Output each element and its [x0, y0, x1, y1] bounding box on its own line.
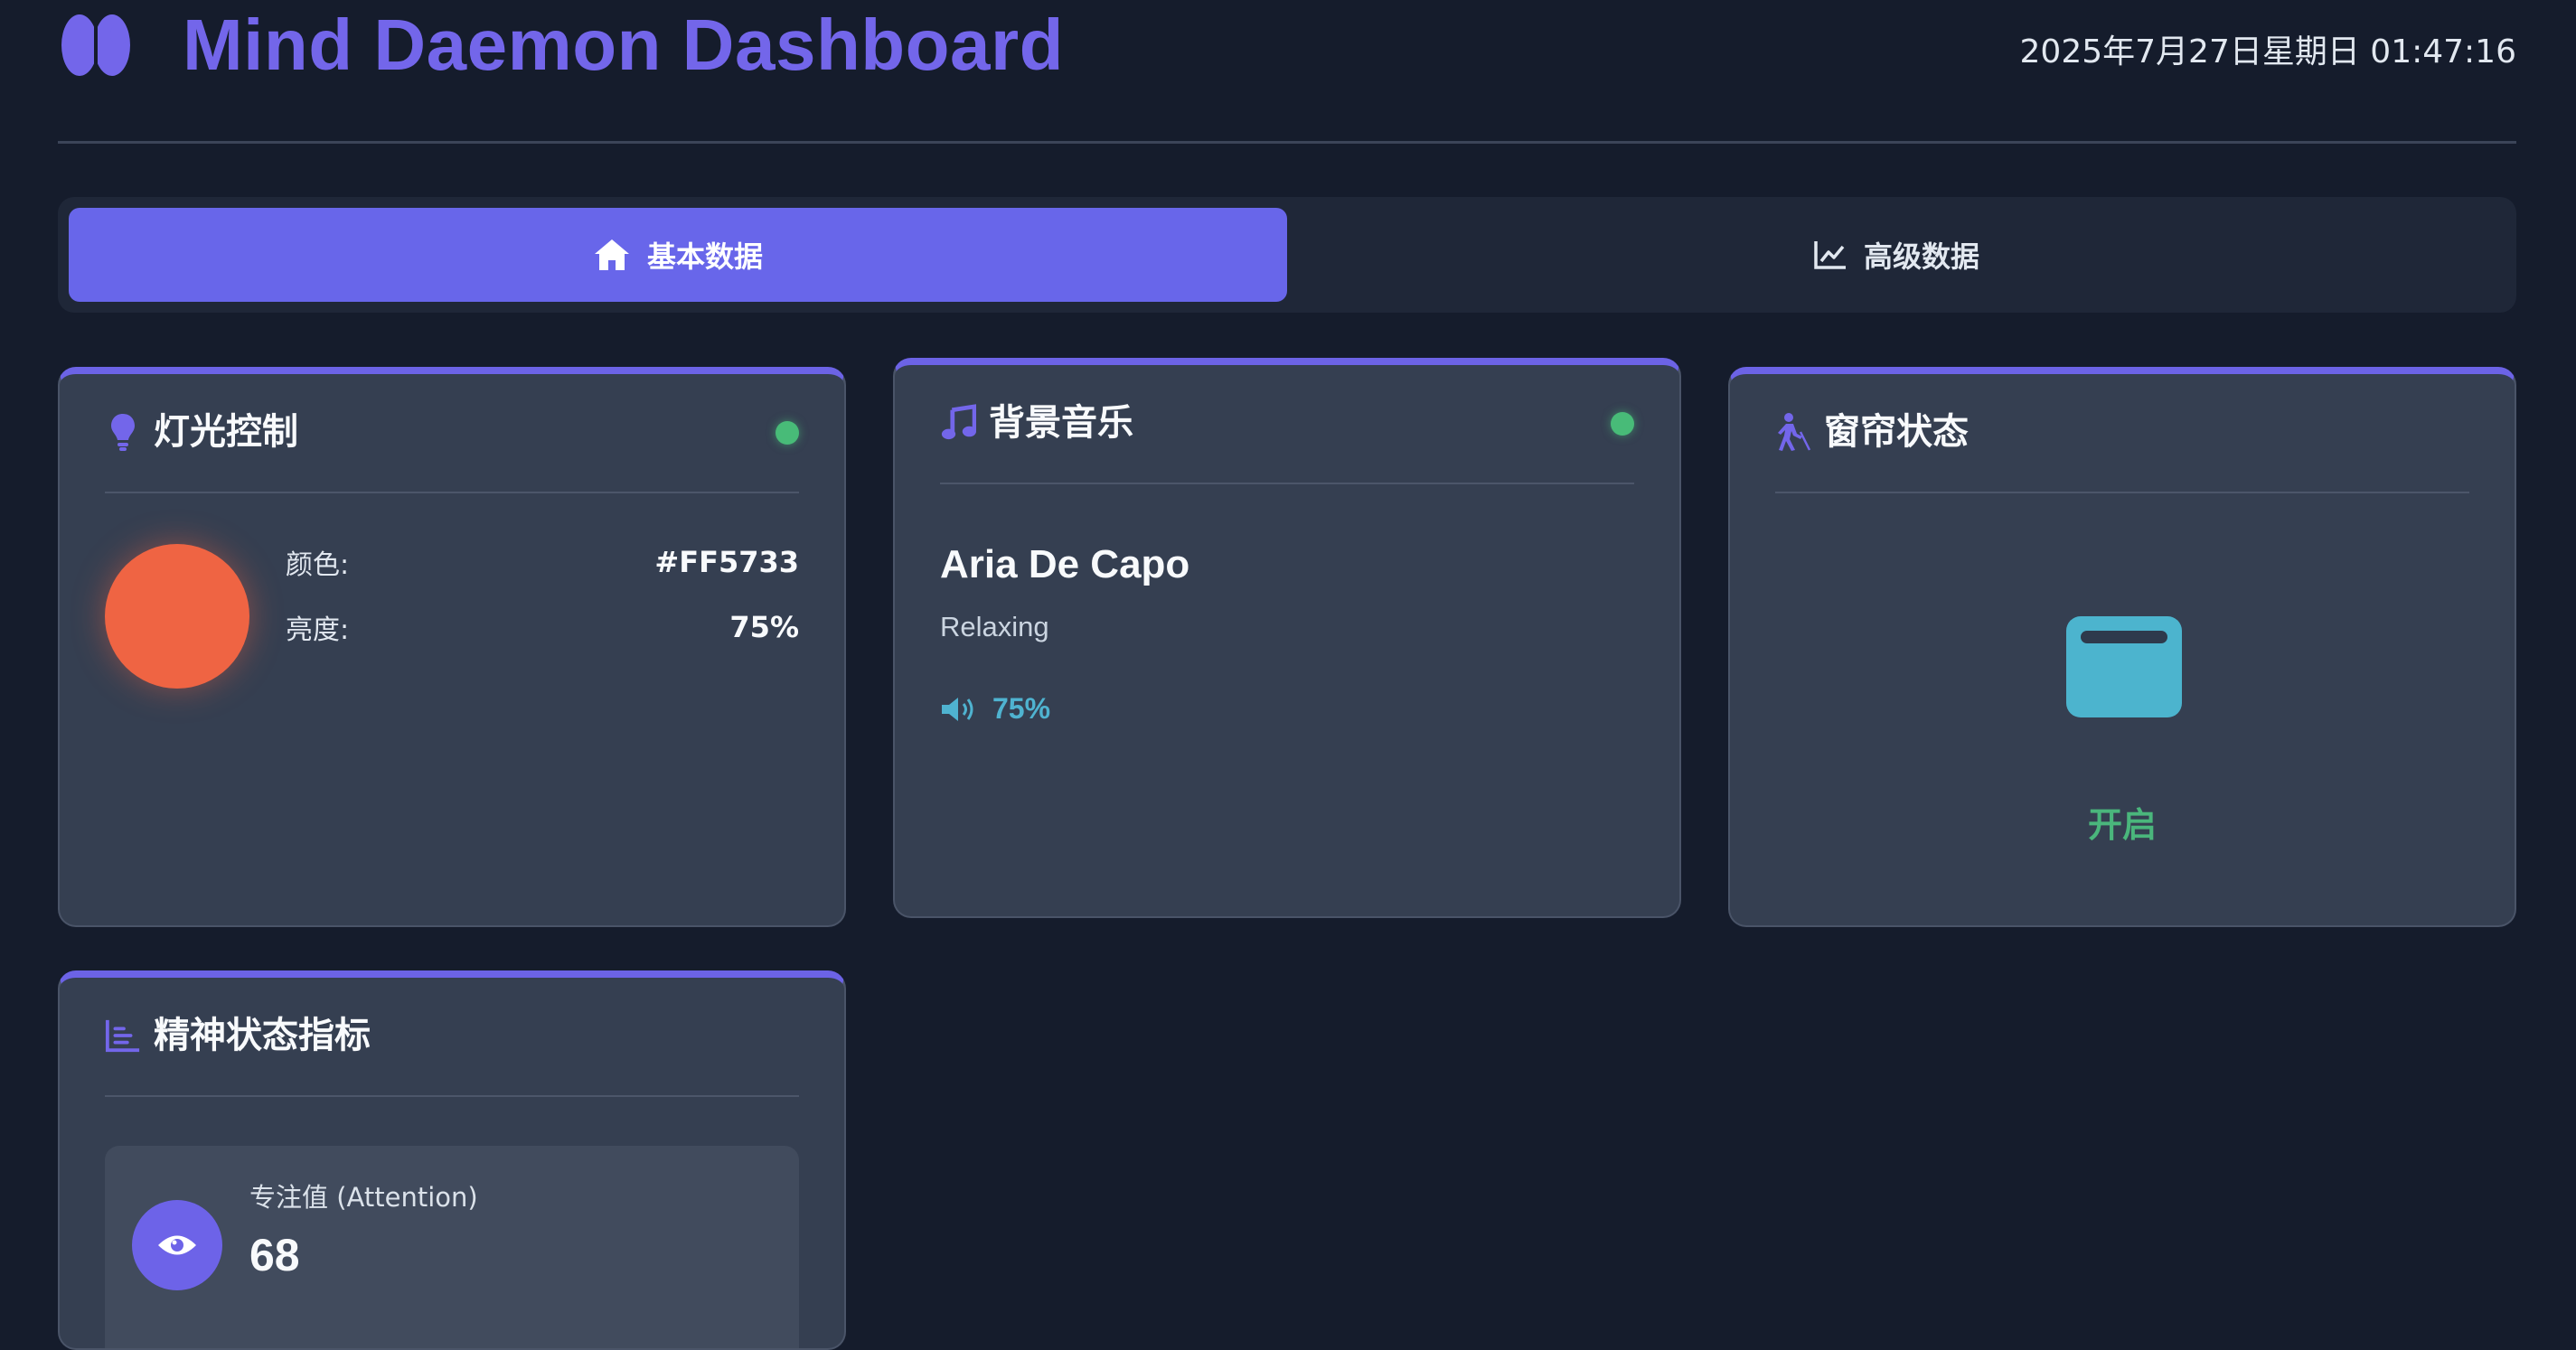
color-row: 颜色: #FF5733	[286, 542, 799, 582]
tab-bar: 基本数据 高级数据	[58, 197, 2516, 313]
tab-advanced-data[interactable]: 高级数据	[1287, 208, 2505, 302]
brightness-label: 亮度:	[286, 614, 350, 646]
background-music-card: 背景音乐 Aria De Capo Relaxing 75%	[893, 358, 1681, 918]
song-genre: Relaxing	[940, 611, 1049, 642]
mental-state-card: 精神状态指标 专注值 (Attention) 68	[58, 970, 846, 1350]
datetime-display: 2025年7月27日星期日 01:47:16	[2019, 33, 2516, 70]
line-chart-icon	[1813, 239, 1847, 270]
light-control-card: 灯光控制 颜色: #FF5733 亮度: 75%	[58, 367, 846, 927]
curtain-bar	[2081, 631, 2167, 643]
card-header: 灯光控制	[105, 410, 799, 493]
page-title: Mind Daemon Dashboard	[183, 5, 1065, 85]
curtain-status-card: 窗帘状态 开启	[1728, 367, 2516, 927]
walking-person-icon	[1775, 410, 1811, 454]
card-title: 窗帘状态	[1824, 411, 1969, 453]
tab-basic-data[interactable]: 基本数据	[69, 208, 1287, 302]
color-value: #FF5733	[654, 545, 799, 579]
status-indicator	[1611, 412, 1634, 436]
card-header: 背景音乐	[940, 401, 1634, 484]
tab-label: 基本数据	[646, 239, 763, 274]
brightness-value: 75%	[729, 610, 799, 644]
eye-icon	[132, 1200, 222, 1290]
metric-label: 专注值 (Attention)	[249, 1182, 478, 1213]
bar-chart-icon	[105, 1014, 141, 1057]
volume-display: 75%	[940, 692, 1050, 726]
brightness-row: 亮度: 75%	[286, 607, 799, 647]
card-title: 精神状态指标	[154, 1015, 371, 1056]
home-icon	[593, 238, 631, 272]
curtain-window-icon	[2066, 616, 2182, 717]
music-note-icon	[940, 401, 976, 445]
card-title: 背景音乐	[989, 402, 1133, 444]
lightbulb-icon	[105, 410, 141, 454]
tab-label: 高级数据	[1863, 239, 1979, 274]
card-title: 灯光控制	[154, 411, 298, 453]
curtain-status-text: 开启	[2087, 805, 2157, 845]
color-label: 颜色:	[286, 549, 350, 581]
song-title: Aria De Capo	[940, 542, 1190, 586]
volume-icon	[940, 695, 978, 724]
attention-metric: 专注值 (Attention) 68	[105, 1146, 799, 1348]
card-header: 窗帘状态	[1775, 410, 2469, 493]
volume-value: 75%	[992, 692, 1051, 725]
card-header: 精神状态指标	[105, 1014, 799, 1097]
brand: Mind Daemon Dashboard	[58, 7, 1064, 83]
brain-icon	[58, 7, 134, 83]
metric-value: 68	[249, 1230, 300, 1280]
color-preview	[105, 544, 249, 689]
status-indicator	[776, 421, 799, 445]
header: Mind Daemon Dashboard 2025年7月27日星期日 01:4…	[58, 0, 2516, 144]
